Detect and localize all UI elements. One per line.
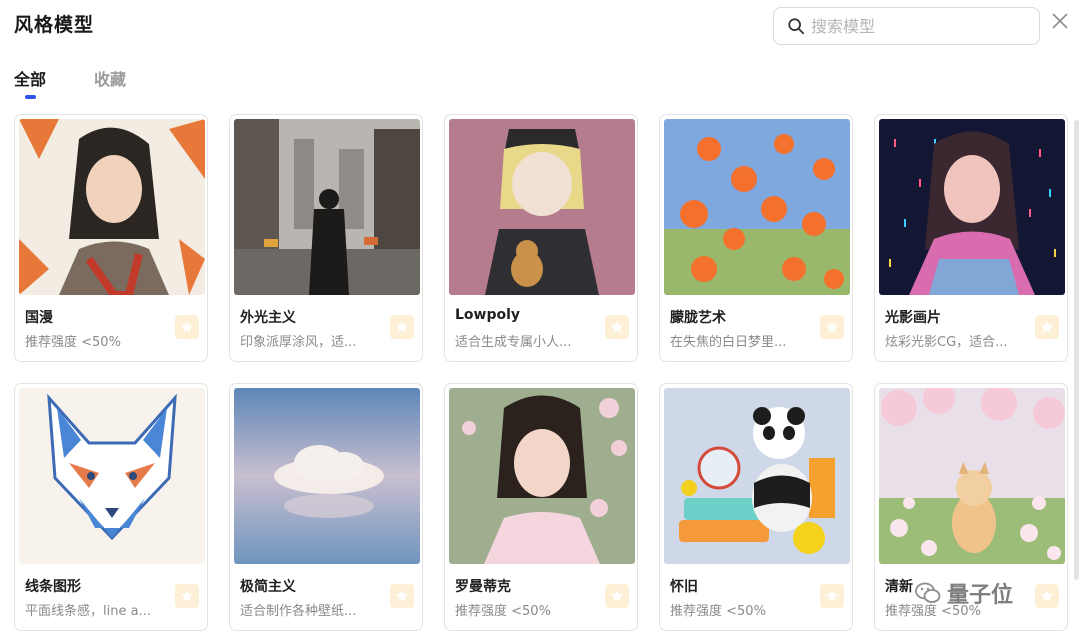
star-icon bbox=[1041, 590, 1053, 602]
model-description: 炫彩光影CG，适合... bbox=[885, 335, 1008, 350]
model-name: 怀旧 bbox=[670, 579, 698, 595]
scrollbar[interactable] bbox=[1074, 120, 1079, 580]
model-thumbnail bbox=[664, 388, 850, 564]
model-name: 外光主义 bbox=[240, 310, 296, 326]
star-icon bbox=[826, 321, 838, 333]
search-box[interactable] bbox=[773, 7, 1040, 45]
star-icon bbox=[396, 321, 408, 333]
model-card-romantic[interactable]: 罗曼蒂克 推荐强度 <50% bbox=[444, 383, 638, 631]
page-title: 风格模型 bbox=[14, 14, 95, 36]
model-name: Lowpoly bbox=[455, 307, 521, 323]
star-icon bbox=[181, 590, 193, 602]
watermark-text: 量子位 bbox=[947, 583, 1014, 608]
favorite-button[interactable] bbox=[820, 584, 844, 608]
model-name: 朦胧艺术 bbox=[670, 310, 726, 326]
model-name: 线条图形 bbox=[25, 579, 81, 595]
star-icon bbox=[181, 321, 193, 333]
model-thumbnail bbox=[879, 388, 1065, 564]
favorite-button[interactable] bbox=[175, 584, 199, 608]
favorite-button[interactable] bbox=[605, 315, 629, 339]
model-card-guoman[interactable]: 国漫 推荐强度 <50% bbox=[14, 114, 208, 362]
model-thumbnail bbox=[449, 388, 635, 564]
model-description: 平面线条感，line a... bbox=[25, 604, 151, 619]
model-description: 适合制作各种壁纸... bbox=[240, 604, 357, 619]
star-icon bbox=[1041, 321, 1053, 333]
model-name: 极简主义 bbox=[240, 579, 296, 595]
model-card-minimalism[interactable]: 极简主义 适合制作各种壁纸... bbox=[229, 383, 423, 631]
search-input[interactable] bbox=[811, 16, 1011, 36]
favorite-button[interactable] bbox=[820, 315, 844, 339]
model-thumbnail bbox=[19, 119, 205, 295]
model-thumbnail bbox=[879, 119, 1065, 295]
tab-all[interactable]: 全部 bbox=[14, 66, 46, 99]
model-description: 推荐强度 <50% bbox=[25, 335, 121, 350]
model-card-lowpoly[interactable]: Lowpoly 适合生成专属小人... bbox=[444, 114, 638, 362]
model-thumbnail bbox=[449, 119, 635, 295]
model-card-line-graphics[interactable]: 线条图形 平面线条感，line a... bbox=[14, 383, 208, 631]
model-description: 推荐强度 <50% bbox=[455, 604, 551, 619]
model-name: 罗曼蒂克 bbox=[455, 579, 511, 595]
search-icon bbox=[788, 18, 805, 35]
tab-bar: 全部 收藏 bbox=[14, 66, 126, 99]
model-description: 推荐强度 <50% bbox=[670, 604, 766, 619]
star-icon bbox=[611, 590, 623, 602]
model-card-hazy-art[interactable]: 朦胧艺术 在失焦的白日梦里... bbox=[659, 114, 853, 362]
favorite-button[interactable] bbox=[1035, 315, 1059, 339]
star-icon bbox=[826, 590, 838, 602]
model-description: 适合生成专属小人... bbox=[455, 335, 572, 350]
model-name: 光影画片 bbox=[885, 310, 941, 326]
favorite-button[interactable] bbox=[390, 584, 414, 608]
wechat-icon bbox=[915, 582, 941, 603]
model-card-light-shadow[interactable]: 光影画片 炫彩光影CG，适合... bbox=[874, 114, 1068, 362]
model-description: 在失焦的白日梦里... bbox=[670, 335, 787, 350]
model-description: 印象派厚涂风，适... bbox=[240, 335, 357, 350]
model-card-plein-air[interactable]: 外光主义 印象派厚涂风，适... bbox=[229, 114, 423, 362]
star-icon bbox=[611, 321, 623, 333]
close-icon[interactable] bbox=[1050, 11, 1070, 31]
star-icon bbox=[396, 590, 408, 602]
favorite-button[interactable] bbox=[390, 315, 414, 339]
favorite-button[interactable] bbox=[605, 584, 629, 608]
favorite-button[interactable] bbox=[175, 315, 199, 339]
model-name: 清新 bbox=[885, 579, 913, 595]
model-thumbnail bbox=[19, 388, 205, 564]
model-card-nostalgia[interactable]: 怀旧 推荐强度 <50% bbox=[659, 383, 853, 631]
model-thumbnail bbox=[234, 119, 420, 295]
watermark: 量子位 bbox=[915, 577, 1013, 609]
tab-favorites[interactable]: 收藏 bbox=[94, 66, 126, 90]
model-thumbnail bbox=[664, 119, 850, 295]
model-thumbnail bbox=[234, 388, 420, 564]
favorite-button[interactable] bbox=[1035, 584, 1059, 608]
model-name: 国漫 bbox=[25, 310, 53, 326]
